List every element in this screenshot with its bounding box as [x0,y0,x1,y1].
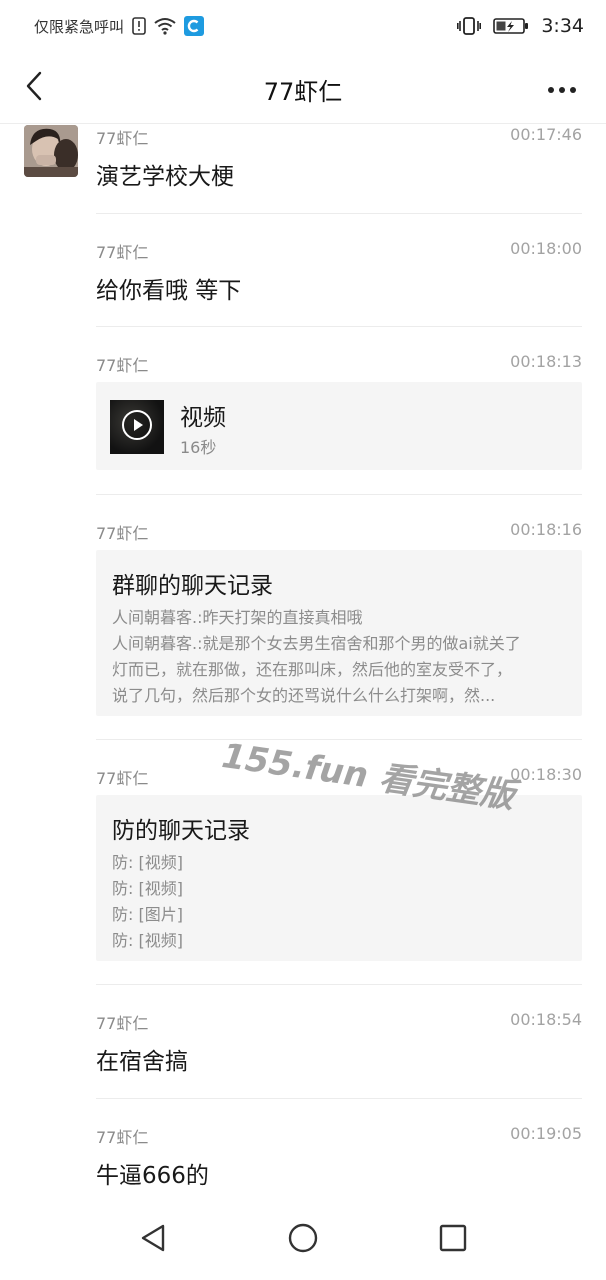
vibrate-icon [457,16,482,36]
divider [96,494,582,495]
wifi-icon [154,17,176,35]
triangle-back-icon [139,1223,167,1257]
message-sender: 77虾仁 [96,524,149,543]
title-bar: 77虾仁 [0,52,606,124]
message-item[interactable]: 77虾仁 00:18:00 给你看哦 等下 [96,239,582,304]
message-sender: 77虾仁 [96,1014,149,1033]
play-icon [121,409,153,445]
chat-title: 77虾仁 [263,78,343,106]
video-card[interactable]: 视频 16秒 [96,382,582,470]
carrier-text: 仅限紧急呼叫 [34,17,125,36]
video-duration: 16秒 [180,438,217,457]
message-text: 牛逼666的 [96,1163,209,1189]
chat-record-card[interactable]: 群聊的聊天记录 人间朝暮客.:昨天打架的直接真相哦 人间朝暮客.:就是那个女去男… [96,550,582,716]
message-sender: 77虾仁 [96,243,149,262]
message-sender: 77虾仁 [96,356,149,375]
message-text: 在宿舍搞 [96,1049,188,1075]
divider [96,1098,582,1099]
chat-record-line: 说了几句，然后那个女的还骂说什么什么打架啊，然... [112,686,496,705]
nav-recent-button[interactable] [428,1215,478,1265]
message-time: 00:18:54 [510,1010,582,1029]
clock: 3:34 [541,15,584,37]
message-item: 77虾仁 00:18:16 群聊的聊天记录 人间朝暮客.:昨天打架的直接真相哦 … [96,520,582,720]
square-recent-icon [439,1224,467,1256]
more-button[interactable] [542,70,582,106]
chat-record-line: 灯而已，就在那做，还在那叫床，然后他的室友受不了， [112,660,513,679]
chat-record-line: 防: [视频] [112,879,183,898]
message-sender: 77虾仁 [96,1128,149,1147]
message-item[interactable]: 77虾仁 00:17:46 演艺学校大梗 [96,125,582,190]
divider [96,213,582,214]
message-item[interactable]: 77虾仁 00:18:54 在宿舍搞 [96,1010,582,1075]
message-list[interactable]: 77虾仁 00:17:46 演艺学校大梗 77虾仁 00:18:00 给你看哦 … [0,125,606,1200]
chat-record-line: 防: [视频] [112,853,183,872]
message-sender: 77虾仁 [96,769,149,788]
nav-back-button[interactable] [128,1215,178,1265]
chat-record-line: 人间朝暮客.:昨天打架的直接真相哦 [112,608,363,627]
more-dots-icon [547,79,577,98]
message-item[interactable]: 77虾仁 00:19:05 牛逼666的 [96,1124,582,1189]
message-time: 00:19:05 [510,1124,582,1143]
chat-record-title: 防的聊天记录 [112,818,250,844]
circle-home-icon [288,1223,318,1257]
message-text: 给你看哦 等下 [96,278,242,304]
message-time: 00:18:00 [510,239,582,258]
message-time: 00:18:13 [510,352,582,371]
nav-home-button[interactable] [278,1215,328,1265]
battery-icon [493,17,529,35]
message-time: 00:18:30 [510,765,582,784]
video-thumbnail [110,400,164,454]
chat-record-line: 防: [视频] [112,931,183,950]
navigation-bar [0,1200,606,1280]
chat-record-title: 群聊的聊天记录 [112,573,273,599]
message-time: 00:18:16 [510,520,582,539]
message-item: 77虾仁 00:18:13 视频 16秒 [96,352,582,472]
divider [96,984,582,985]
video-title: 视频 [180,405,226,431]
chat-record-card[interactable]: 防的聊天记录 防: [视频] 防: [视频] 防: [图片] 防: [视频] [96,795,582,961]
status-left: 仅限紧急呼叫 [34,16,205,37]
divider [96,326,582,327]
status-right: 3:34 [457,15,584,37]
chat-record-line: 人间朝暮客.:就是那个女去男生宿舍和那个男的做ai就关了 [112,634,521,653]
avatar[interactable] [24,125,78,177]
divider [96,739,582,740]
app-notification-icon [184,16,205,36]
chat-record-line: 防: [图片] [112,905,183,924]
message-sender: 77虾仁 [96,129,149,148]
message-text: 演艺学校大梗 [96,164,234,190]
status-bar: 仅限紧急呼叫 3:34 [0,0,606,52]
sim-alert-icon [132,17,146,35]
message-time: 00:17:46 [510,125,582,144]
